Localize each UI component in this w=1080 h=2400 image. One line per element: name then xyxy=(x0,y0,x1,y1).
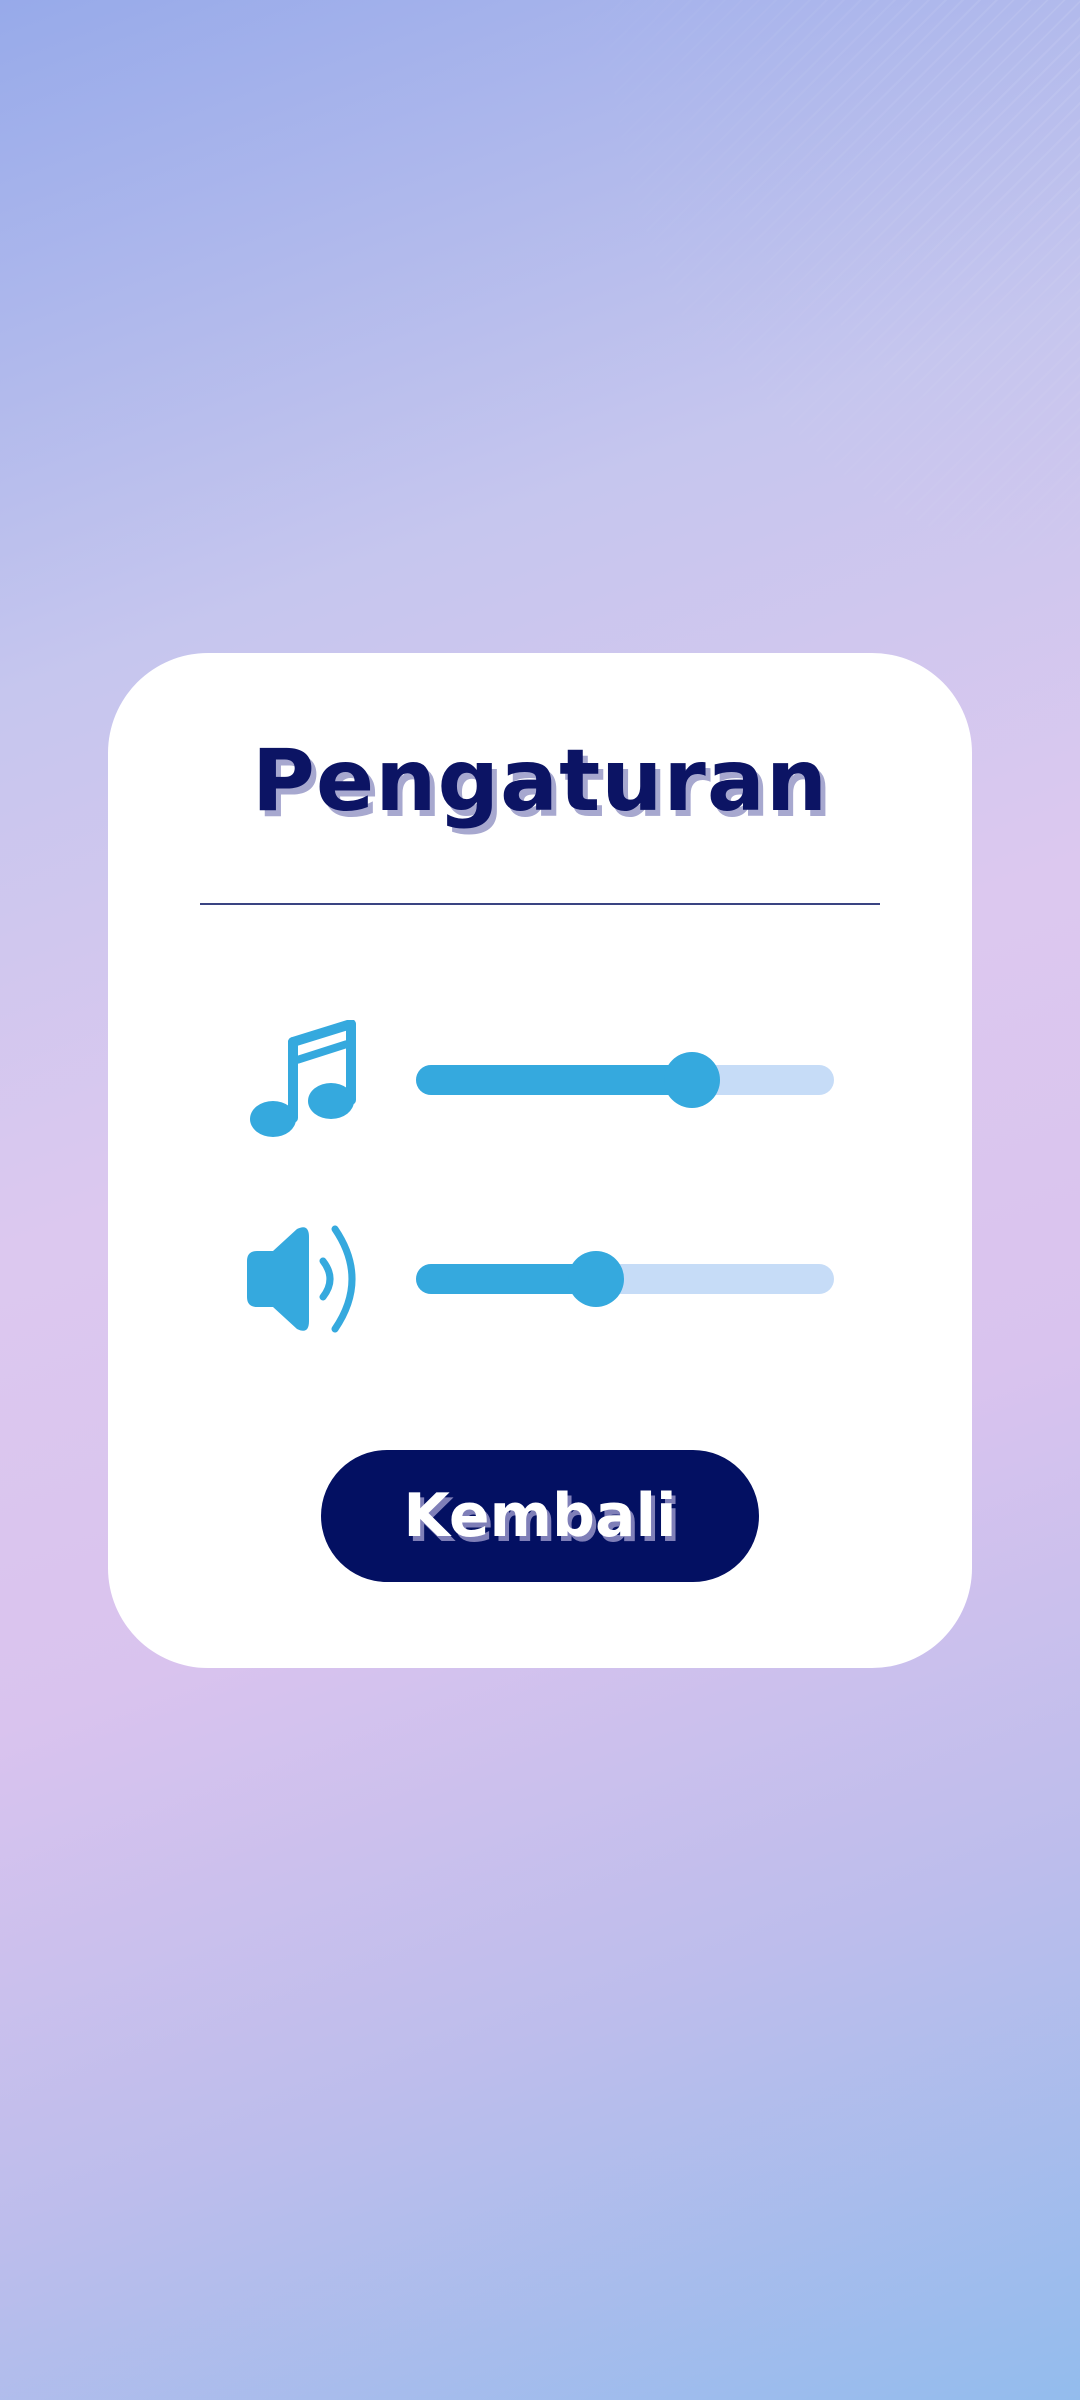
page-title: Pengaturan xyxy=(251,731,829,831)
music-note-icon xyxy=(243,1019,363,1140)
sound-volume-slider[interactable] xyxy=(416,1249,834,1309)
back-button[interactable]: Kembali xyxy=(321,1450,759,1582)
background-stripes xyxy=(520,0,1080,700)
music-volume-row xyxy=(108,1019,972,1140)
speaker-icon xyxy=(243,1219,363,1339)
title-divider xyxy=(200,903,880,905)
sound-slider-thumb[interactable] xyxy=(567,1251,624,1307)
settings-panel: Pengaturan Kembali xyxy=(108,653,972,1668)
music-volume-slider[interactable] xyxy=(416,1050,834,1110)
sound-volume-row xyxy=(108,1219,972,1339)
music-slider-thumb[interactable] xyxy=(663,1052,720,1108)
music-slider-fill xyxy=(416,1065,692,1095)
